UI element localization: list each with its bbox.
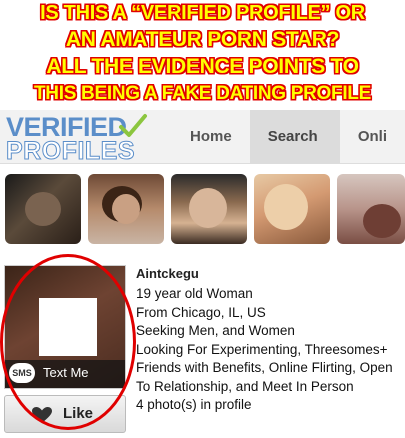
thumbnail-photo[interactable] [171,174,247,244]
site-logo[interactable]: VERIFIED PROFILES [5,112,147,166]
profile-age-gender: 19 year old Woman [136,286,253,301]
like-label: Like [63,405,94,422]
nav-home[interactable]: Home [172,110,250,164]
profile-photo-count: 4 photo(s) in profile [136,397,252,412]
checkmark-icon [119,114,147,137]
profile-looking-for: Looking For Experimenting, Threesomes+ [136,341,388,357]
nav-search[interactable]: Search [249,110,340,194]
sms-icon: SMS [9,363,35,383]
headline-banner: IS THIS A “VERIFIED PROFILE” OR AN AMATE… [0,0,405,110]
nav-online[interactable]: Onli [340,110,405,164]
logo-text-profiles: PROFILES [5,137,136,166]
profile-photo[interactable]: SMS Text Me [4,265,126,389]
text-me-label: Text Me [43,365,89,380]
censor-box [39,298,97,356]
headline-line-2: AN AMATEUR PORN STAR? [65,28,340,51]
headline-line-1: IS THIS A “VERIFIED PROFILE” OR [40,2,365,24]
main-nav: Home Search Onli [172,110,405,194]
profile-seeking: Seeking Men, and Women [136,323,295,338]
thumbnail-photo[interactable] [88,174,164,244]
heart-icon [32,407,52,423]
headline-line-4: THIS BEING A FAKE DATING PROFILE [34,83,371,104]
text-me-button[interactable]: SMS Text Me [5,360,125,388]
profile-location: From Chicago, IL, US [136,304,266,320]
headline-line-3: ALL THE EVIDENCE POINTS TO [46,55,359,78]
like-button[interactable]: Like [4,395,126,433]
thumbnail-photo[interactable] [254,174,330,244]
site-header: VERIFIED PROFILES Home Search Onli [0,110,405,194]
profile-username[interactable]: Aintckegu [136,266,405,286]
profile-info: Aintckegu 19 year old Woman From Chicago… [136,266,405,416]
thumbnail-photo[interactable] [5,174,81,244]
photo-thumbnails [0,168,405,248]
nav-search-label: Search [267,128,318,145]
profile-looking-for-cont: Friends with Benefits, Online Flirting, … [136,360,393,375]
thumbnail-photo[interactable] [337,174,405,244]
profile-looking-for-end: To Relationship, and Meet In Person [136,378,354,394]
